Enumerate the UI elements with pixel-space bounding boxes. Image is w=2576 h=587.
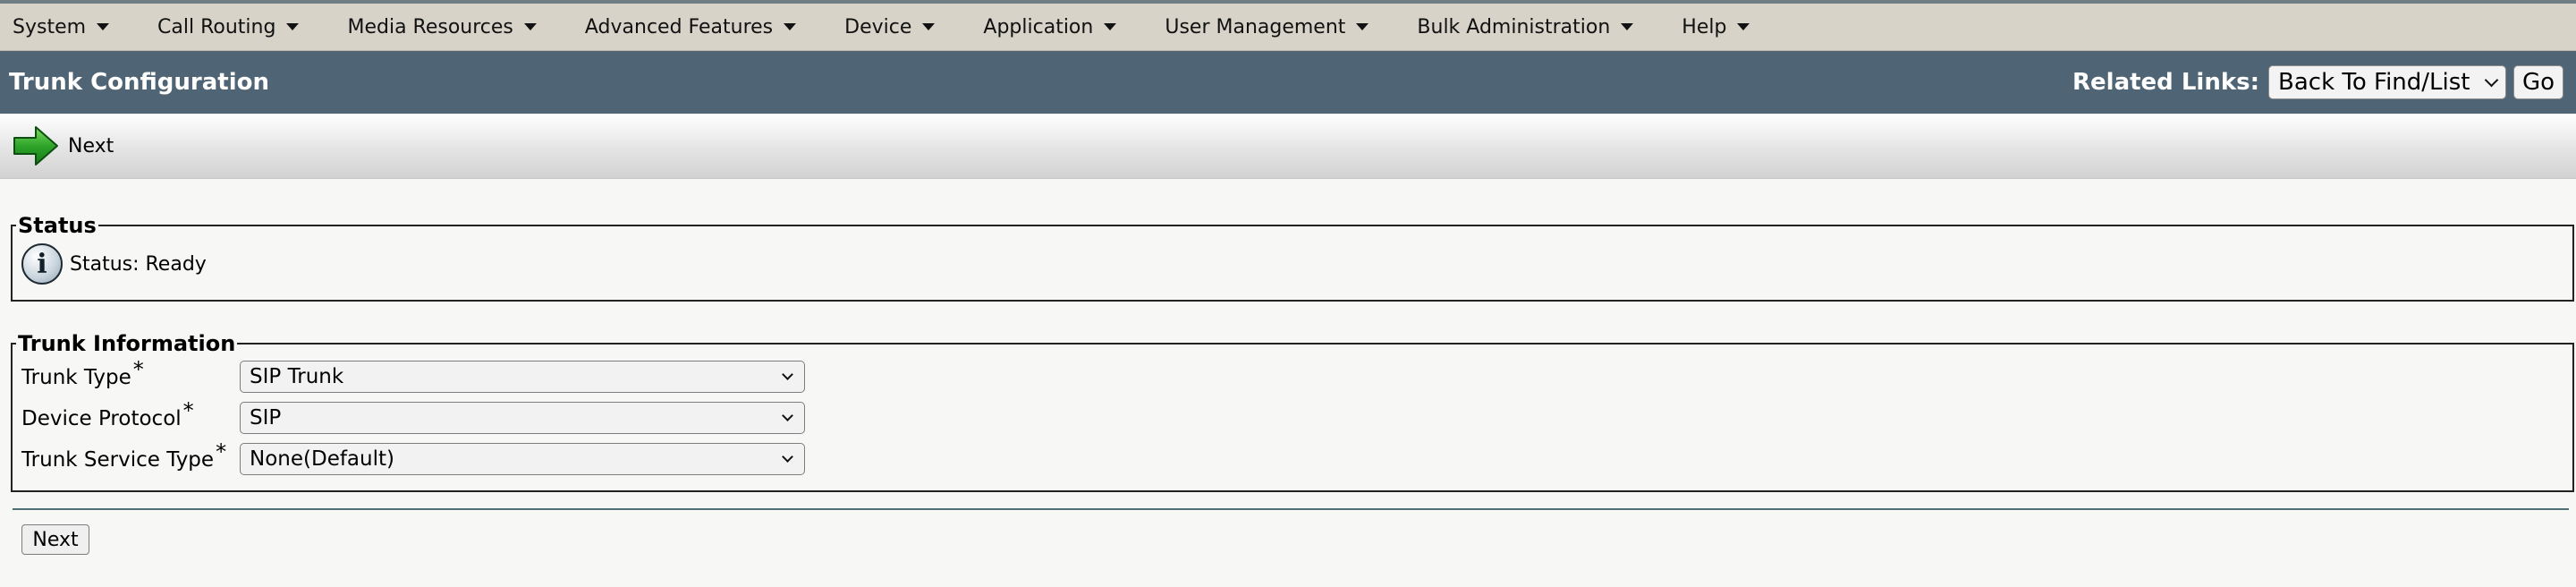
device-protocol-label: Device Protocol* bbox=[21, 398, 240, 430]
toolbar: Next bbox=[0, 114, 2576, 179]
related-links-value: Back To Find/List bbox=[2278, 69, 2470, 96]
chevron-down-icon bbox=[2484, 72, 2499, 87]
page-title: Trunk Configuration bbox=[9, 69, 269, 96]
chevron-down-icon bbox=[782, 450, 793, 463]
go-button[interactable]: Go bbox=[2513, 65, 2563, 99]
info-icon: i bbox=[21, 243, 63, 285]
menu-system[interactable]: System bbox=[5, 13, 116, 42]
toolbar-next-label: Next bbox=[68, 134, 114, 157]
menu-label: Call Routing bbox=[157, 15, 276, 38]
menu-label: Advanced Features bbox=[584, 15, 774, 38]
menu-label: Device bbox=[844, 15, 912, 38]
trunk-service-type-label: Trunk Service Type* bbox=[21, 439, 240, 472]
trunk-service-type-value: None(Default) bbox=[250, 447, 394, 471]
trunk-type-label-text: Trunk Type bbox=[21, 366, 131, 389]
caret-down-icon bbox=[1356, 23, 1369, 30]
caret-down-icon bbox=[922, 23, 936, 30]
toolbar-next-button[interactable]: Next bbox=[13, 125, 114, 166]
section-divider bbox=[13, 508, 2569, 510]
required-marker: * bbox=[182, 398, 194, 423]
trunk-type-label: Trunk Type* bbox=[21, 357, 240, 389]
page-header: Trunk Configuration Related Links: Back … bbox=[0, 51, 2576, 114]
chevron-down-icon bbox=[782, 368, 793, 380]
green-arrow-right-icon bbox=[13, 126, 58, 166]
menu-bulk-administration[interactable]: Bulk Administration bbox=[1410, 13, 1640, 42]
menu-call-routing[interactable]: Call Routing bbox=[150, 13, 306, 42]
menu-label: Help bbox=[1682, 15, 1727, 38]
trunk-type-row: Trunk Type* SIP Trunk bbox=[21, 356, 2563, 397]
caret-down-icon bbox=[784, 23, 797, 30]
related-links-label: Related Links: bbox=[2072, 69, 2259, 96]
trunk-service-type-row: Trunk Service Type* None(Default) bbox=[21, 438, 2563, 480]
menu-device[interactable]: Device bbox=[837, 13, 942, 42]
device-protocol-select[interactable]: SIP bbox=[240, 402, 805, 434]
required-marker: * bbox=[216, 439, 227, 464]
menu-help[interactable]: Help bbox=[1674, 13, 1757, 42]
trunk-information-legend: Trunk Information bbox=[18, 331, 236, 356]
caret-down-icon bbox=[97, 23, 110, 30]
menu-label: User Management bbox=[1165, 15, 1346, 38]
trunk-type-value: SIP Trunk bbox=[250, 365, 344, 388]
device-protocol-row: Device Protocol* SIP bbox=[21, 397, 2563, 438]
menu-label: Application bbox=[983, 15, 1094, 38]
device-protocol-value: SIP bbox=[250, 406, 282, 430]
trunk-information-section: Trunk Information Trunk Type* SIP Trunk … bbox=[11, 331, 2574, 492]
status-section: Status i Status: Ready bbox=[11, 213, 2574, 302]
caret-down-icon bbox=[1737, 23, 1750, 30]
next-button[interactable]: Next bbox=[21, 524, 89, 555]
caret-down-icon bbox=[1104, 23, 1117, 30]
chevron-down-icon bbox=[782, 409, 793, 421]
status-text: Status: Ready bbox=[70, 252, 207, 276]
menu-user-management[interactable]: User Management bbox=[1157, 13, 1376, 42]
menu-advanced-features[interactable]: Advanced Features bbox=[578, 13, 803, 42]
caret-down-icon bbox=[1621, 23, 1634, 30]
menu-label: Bulk Administration bbox=[1417, 15, 1611, 38]
menu-label: System bbox=[13, 15, 87, 38]
menu-application[interactable]: Application bbox=[976, 13, 1123, 42]
required-marker: * bbox=[132, 357, 144, 382]
trunk-type-select[interactable]: SIP Trunk bbox=[240, 361, 805, 393]
menu-label: Media Resources bbox=[347, 15, 513, 38]
caret-down-icon bbox=[286, 23, 300, 30]
trunk-service-type-label-text: Trunk Service Type bbox=[21, 448, 215, 472]
related-links: Related Links: Back To Find/List Go bbox=[2072, 65, 2563, 99]
device-protocol-label-text: Device Protocol bbox=[21, 407, 182, 430]
menu-media-resources[interactable]: Media Resources bbox=[340, 13, 543, 42]
related-links-select[interactable]: Back To Find/List bbox=[2268, 65, 2506, 99]
main-menu-bar: System Call Routing Media Resources Adva… bbox=[0, 4, 2576, 51]
status-row: i Status: Ready bbox=[21, 243, 2563, 285]
caret-down-icon bbox=[523, 23, 537, 30]
trunk-service-type-select[interactable]: None(Default) bbox=[240, 443, 805, 475]
status-legend: Status bbox=[18, 213, 97, 238]
